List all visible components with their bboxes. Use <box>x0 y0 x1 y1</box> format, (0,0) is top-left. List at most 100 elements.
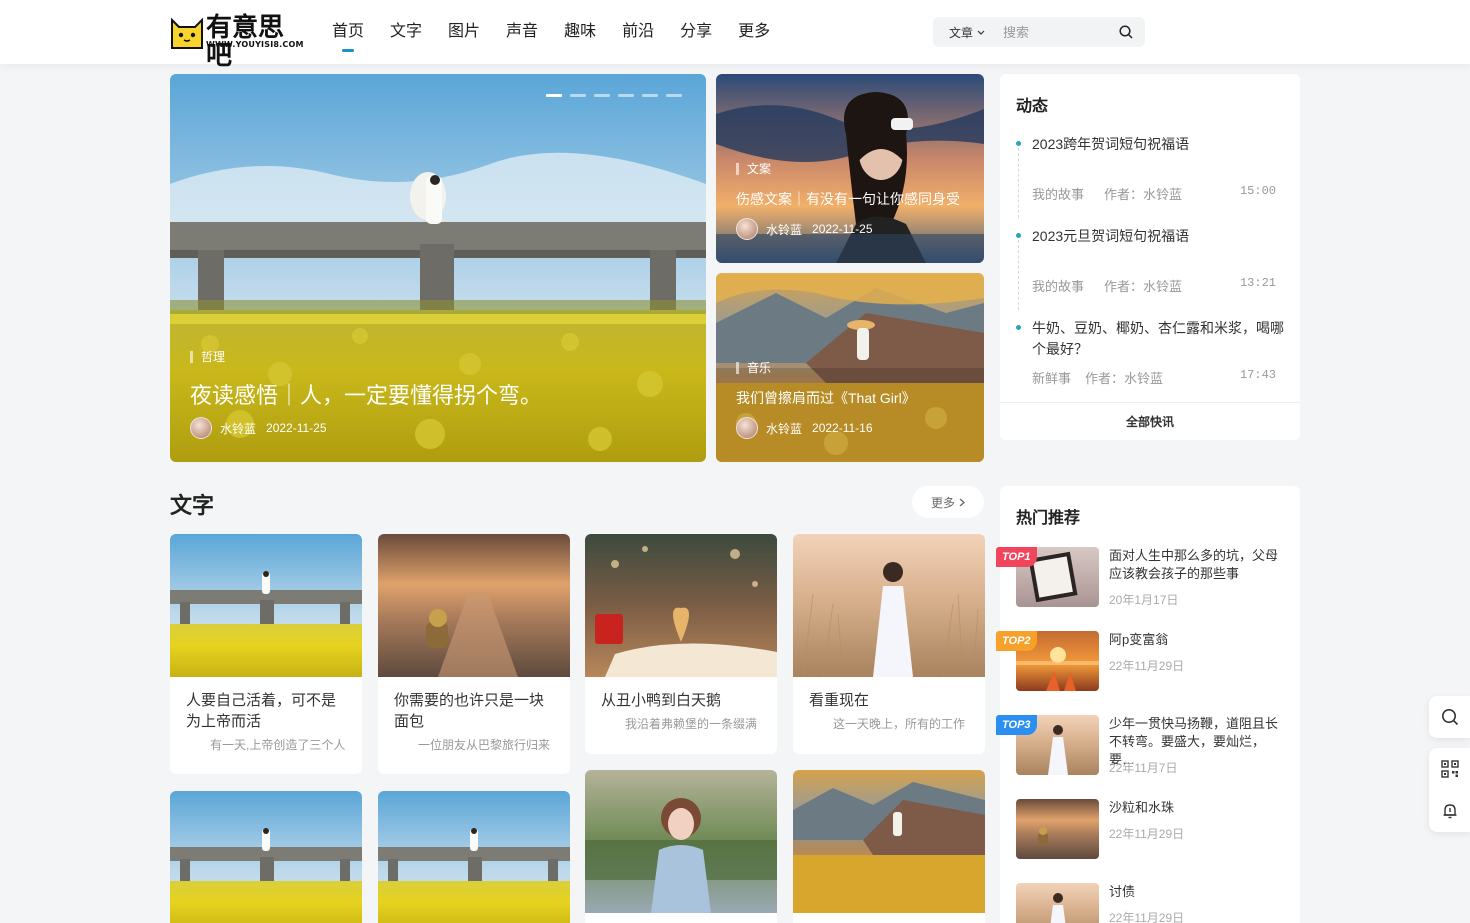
feed-title[interactable]: 2023跨年贺词短句祝福语 <box>1032 134 1288 155</box>
all-news-link[interactable]: 全部快讯 <box>1000 402 1300 440</box>
card-excerpt: 我沿着弗赖堡的一条缀满 <box>625 717 758 731</box>
more-button[interactable]: 更多 <box>912 486 984 518</box>
author-name[interactable]: 水铃蓝 <box>766 221 802 238</box>
hero-meta: 水铃蓝 2022-11-25 <box>190 417 327 439</box>
carousel-dot[interactable] <box>666 94 682 97</box>
hero-category[interactable]: 哲理 <box>190 351 225 363</box>
hot-item-title[interactable]: 沙粒和水珠 <box>1109 799 1285 817</box>
feed-title[interactable]: 牛奶、豆奶、椰奶、杏仁露和米浆，喝哪个最好？ <box>1032 318 1288 360</box>
carousel-indicators <box>546 94 682 97</box>
card-excerpt: 一位朋友从巴黎旅行归来 <box>418 738 551 752</box>
nav-more[interactable]: 更多 <box>738 20 770 44</box>
carousel-dot[interactable] <box>570 94 586 97</box>
feed-category[interactable]: 新鲜事 <box>1032 368 1071 387</box>
feed-meta: 我的故事 作者：水铃蓝 15:00 <box>1032 184 1276 203</box>
avatar[interactable] <box>736 218 758 240</box>
nav-audio[interactable]: 声音 <box>506 20 538 44</box>
side-card-title[interactable]: 我们曾擦肩而过《That Girl》 <box>736 388 916 408</box>
cat-logo-icon <box>171 17 203 49</box>
hot-item[interactable]: 沙粒和水珠 22年11月29日 <box>1016 799 1286 859</box>
article-card[interactable]: 你需要的也许只是一块面包 一位朋友从巴黎旅行归来 <box>378 534 570 774</box>
hot-item[interactable]: TOP1 面对人生中那么多的坑，父母应该教会孩子的那些事 20年1月17日 <box>996 547 1286 607</box>
card-thumbnail <box>793 534 985 678</box>
nav-share[interactable]: 分享 <box>680 20 712 44</box>
post-date: 2022-11-16 <box>812 421 873 435</box>
article-card[interactable] <box>378 791 570 923</box>
carousel-dot[interactable] <box>618 94 634 97</box>
timeline-dot <box>1016 325 1021 330</box>
card-thumbnail <box>170 791 362 923</box>
card-title[interactable]: 看重现在 <box>809 690 969 711</box>
search-input[interactable] <box>1003 22 1113 42</box>
article-card[interactable] <box>585 770 777 923</box>
card-title[interactable]: 人要自己活着，可不是为上帝而活 <box>186 690 346 732</box>
avatar[interactable] <box>736 417 758 439</box>
hot-item-title[interactable]: 面对人生中那么多的坑，父母应该教会孩子的那些事 <box>1109 547 1285 583</box>
feed-title[interactable]: 2023元旦贺词短句祝福语 <box>1032 226 1288 247</box>
author-name[interactable]: 水铃蓝 <box>220 420 256 437</box>
nav-fun[interactable]: 趣味 <box>564 20 596 44</box>
timeline-line <box>1018 148 1019 218</box>
feed-item[interactable]: 2023跨年贺词短句祝福语 我的故事 作者：水铃蓝 15:00 <box>1016 134 1288 218</box>
card-thumbnail <box>585 534 777 677</box>
avatar[interactable] <box>190 417 212 439</box>
side-card-category[interactable]: 文案 <box>736 163 771 175</box>
card-title[interactable]: 你需要的也许只是一块面包 <box>394 690 554 732</box>
article-card[interactable]: 人要自己活着，可不是为上帝而活 有一天,上帝创造了三个人 <box>170 534 362 774</box>
chevron-right-icon <box>959 498 965 506</box>
search-icon[interactable] <box>1119 25 1133 39</box>
float-search-button[interactable] <box>1429 696 1470 738</box>
side-card-category[interactable]: 音乐 <box>736 362 771 374</box>
article-card[interactable] <box>170 791 362 923</box>
site-logo[interactable]: 有意思吧 WWW.YOUYISI8.COM <box>170 14 304 70</box>
hero-title[interactable]: 夜读感悟｜人，一定要懂得拐个弯。 <box>190 378 542 410</box>
nav-images[interactable]: 图片 <box>448 20 480 44</box>
card-title[interactable]: 从丑小鸭到白天鹅 <box>601 690 761 711</box>
feed-category[interactable]: 我的故事 <box>1032 184 1084 203</box>
nav-text[interactable]: 文字 <box>390 20 422 44</box>
author-name[interactable]: 水铃蓝 <box>766 420 802 437</box>
rank-badge: TOP1 <box>996 547 1037 567</box>
search-type-select[interactable]: 文章 <box>949 24 985 41</box>
card-thumbnail <box>378 791 570 923</box>
side-card-copywriting[interactable]: 文案 伤感文案｜有没有一句让你感同身受 水铃蓝 2022-11-25 <box>716 74 984 263</box>
logo-url: WWW.YOUYISI8.COM <box>206 40 304 49</box>
hot-item-date: 22年11月29日 <box>1109 827 1185 841</box>
carousel-dot[interactable] <box>546 94 562 97</box>
article-card[interactable] <box>793 770 985 923</box>
card-excerpt: 有一天,上帝创造了三个人 <box>210 738 346 752</box>
rank-badge: TOP2 <box>996 631 1037 651</box>
article-card[interactable]: 从丑小鸭到白天鹅 我沿着弗赖堡的一条缀满 <box>585 534 777 754</box>
hot-thumbnail <box>1016 799 1099 859</box>
feed-item[interactable]: 牛奶、豆奶、椰奶、杏仁露和米浆，喝哪个最好？ 新鲜事 作者：水铃蓝 17:43 <box>1016 318 1288 388</box>
feed-item[interactable]: 2023元旦贺词短句祝福语 我的故事 作者：水铃蓝 13:21 <box>1016 226 1288 310</box>
carousel-dot[interactable] <box>594 94 610 97</box>
section-title: 文字 <box>170 493 215 518</box>
card-thumbnail <box>585 770 777 913</box>
hot-item-title[interactable]: 讨债 <box>1109 883 1285 901</box>
hot-panel: 热门推荐 TOP1 面对人生中那么多的坑，父母应该教会孩子的那些事 20年1月1… <box>996 486 1300 923</box>
side-card-title[interactable]: 伤感文案｜有没有一句让你感同身受 <box>736 189 960 209</box>
hero-carousel[interactable]: 哲理 夜读感悟｜人，一定要懂得拐个弯。 水铃蓝 2022-11-25 <box>170 74 706 462</box>
nav-home[interactable]: 首页 <box>332 20 364 52</box>
feed-meta: 新鲜事 作者：水铃蓝 17:43 <box>1032 368 1276 387</box>
nav-frontier[interactable]: 前沿 <box>622 20 654 44</box>
feed-category[interactable]: 我的故事 <box>1032 276 1084 295</box>
bell-icon[interactable] <box>1441 802 1459 820</box>
feed-time: 13:21 <box>1239 276 1276 290</box>
article-card[interactable]: 看重现在 这一天晚上，所有的工作 <box>793 534 985 754</box>
dynamics-panel: 动态 2023跨年贺词短句祝福语 我的故事 作者：水铃蓝 15:00 2023元… <box>1000 74 1300 440</box>
timeline-line <box>1018 240 1019 310</box>
top-header: 有意思吧 WWW.YOUYISI8.COM 首页 文字 图片 声音 趣味 前沿 … <box>0 0 1470 70</box>
hot-item-title[interactable]: 阿p变富翁 <box>1109 631 1285 649</box>
more-label: 更多 <box>930 495 955 510</box>
hot-item[interactable]: 讨债 22年11月29日 <box>1016 883 1286 923</box>
card-excerpt: 这一天晚上，所有的工作 <box>833 717 966 731</box>
hot-item[interactable]: TOP3 少年一贯快马扬鞭，道阻且长不转弯。要盛大，要灿烂，要… 22年11月7… <box>996 715 1286 775</box>
hot-item-date: 22年11月7日 <box>1109 761 1178 775</box>
qr-code-icon[interactable] <box>1441 760 1459 778</box>
hot-item[interactable]: TOP2 阿p变富翁 22年11月29日 <box>996 631 1286 691</box>
side-card-music[interactable]: 音乐 我们曾擦肩而过《That Girl》 水铃蓝 2022-11-16 <box>716 273 984 462</box>
carousel-dot[interactable] <box>642 94 658 97</box>
hot-item-date: 22年11月29日 <box>1109 911 1185 923</box>
